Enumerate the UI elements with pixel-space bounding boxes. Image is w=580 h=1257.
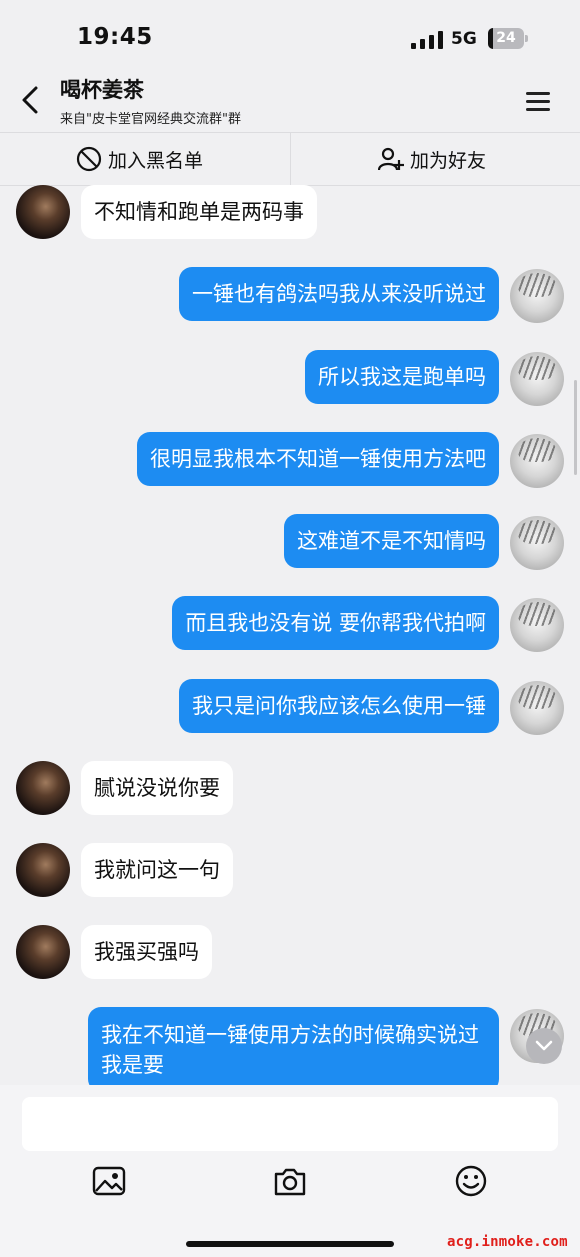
home-indicator [186,1241,394,1247]
avatar[interactable] [510,681,564,735]
scroll-down-button[interactable] [526,1028,562,1064]
avatar[interactable] [510,434,564,488]
message-bubble[interactable]: 不知情和跑单是两码事 [81,185,317,239]
emoji-icon[interactable] [453,1163,489,1199]
battery-level: 24 [496,30,516,46]
battery-icon: 24 [488,28,528,49]
chat-title: 喝杯姜茶 [60,78,144,102]
add-user-icon [378,147,404,171]
signal-icon [411,29,443,49]
message-bubble[interactable]: 所以我这是跑单吗 [305,350,499,404]
message-bubble[interactable]: 一锤也有鸽法吗我从来没听说过 [179,267,499,321]
scroll-down-chevron-icon [535,1040,553,1051]
message-bubble[interactable]: 我强买强吗 [81,925,212,979]
message-list[interactable]: 不知情和跑单是两码事 一锤也有鸽法吗我从来没听说过 所以我这是跑单吗 很明显我根… [0,185,580,1085]
action-bar: 加入黑名单 加为好友 [0,132,580,186]
add-friend-label: 加为好友 [410,149,487,172]
status-bar: 19:45 5G 24 [0,0,580,70]
back-chevron-icon[interactable] [16,82,44,118]
avatar[interactable] [16,843,70,897]
blacklist-label: 加入黑名单 [108,149,204,172]
message-bubble[interactable]: 而且我也没有说 要你帮我代拍啊 [172,596,499,650]
add-friend-button[interactable]: 加为好友 [378,133,486,185]
avatar[interactable] [16,185,70,239]
menu-icon[interactable] [526,92,550,112]
chat-subtitle: 来自"皮卡堂官网经典交流群"群 [60,112,241,127]
scrollbar[interactable] [574,380,577,475]
message-bubble[interactable]: 我只是问你我应该怎么使用一锤 [179,679,499,733]
avatar[interactable] [16,761,70,815]
blacklist-button[interactable]: 加入黑名单 [76,133,203,185]
composer [0,1085,580,1257]
action-divider [290,133,291,185]
message-bubble[interactable]: 这难道不是不知情吗 [284,514,499,568]
message-bubble[interactable]: 我在不知道一锤使用方法的时候确实说过我是要 [88,1007,499,1085]
avatar[interactable] [16,925,70,979]
image-icon[interactable] [91,1163,127,1199]
avatar[interactable] [510,352,564,406]
network-label: 5G [451,29,477,49]
message-bubble[interactable]: 很明显我根本不知道一锤使用方法吧 [137,432,499,486]
avatar[interactable] [510,516,564,570]
message-bubble[interactable]: 我就问这一句 [81,843,233,897]
status-time: 19:45 [77,24,153,50]
message-bubble[interactable]: 腻说没说你要 [81,761,233,815]
avatar[interactable] [510,269,564,323]
ban-icon [76,146,102,172]
message-input[interactable] [22,1097,558,1151]
avatar[interactable] [510,598,564,652]
watermark: acg.inmoke.com [447,1234,568,1250]
camera-icon[interactable] [272,1163,308,1199]
chat-header: 喝杯姜茶 来自"皮卡堂官网经典交流群"群 [0,70,580,132]
